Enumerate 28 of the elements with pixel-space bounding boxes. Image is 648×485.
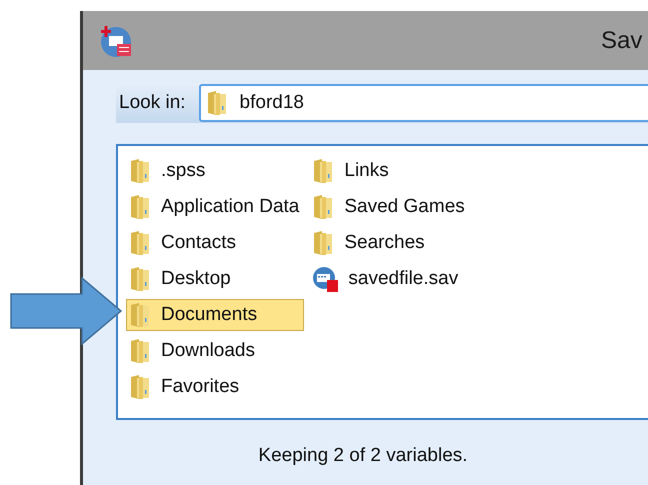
- file-item[interactable]: Downloads: [126, 335, 304, 367]
- folder-icon: [312, 158, 334, 184]
- file-item[interactable]: Contacts: [126, 227, 304, 259]
- file-item[interactable]: Links: [309, 155, 470, 187]
- folder-icon: [129, 158, 151, 184]
- folder-icon: [129, 374, 151, 400]
- folder-icon: [129, 266, 151, 292]
- look-in-dropdown[interactable]: bford18: [198, 84, 648, 122]
- file-item[interactable]: Searches: [309, 227, 470, 259]
- file-item[interactable]: Saved Games: [309, 191, 470, 223]
- file-item[interactable]: Desktop: [126, 263, 304, 295]
- file-item[interactable]: savedfile.sav: [309, 263, 470, 295]
- app-icon: [99, 24, 133, 58]
- folder-icon: [206, 90, 228, 116]
- file-item[interactable]: Documents: [126, 299, 304, 331]
- file-item[interactable]: Application Data: [126, 191, 304, 223]
- look-in-label: Look in:: [119, 90, 186, 115]
- file-item[interactable]: .spss: [126, 155, 304, 187]
- status-text: Keeping 2 of 2 variables.: [258, 444, 468, 468]
- folder-icon: [129, 338, 151, 364]
- file-item[interactable]: Favorites: [126, 371, 304, 403]
- folder-icon: [312, 194, 334, 220]
- data-file-icon: [312, 266, 338, 292]
- window-title: Sav: [601, 26, 642, 56]
- folder-icon: [129, 230, 151, 256]
- folder-icon: [312, 230, 334, 256]
- folder-icon: [129, 302, 151, 328]
- folder-icon: [129, 194, 151, 220]
